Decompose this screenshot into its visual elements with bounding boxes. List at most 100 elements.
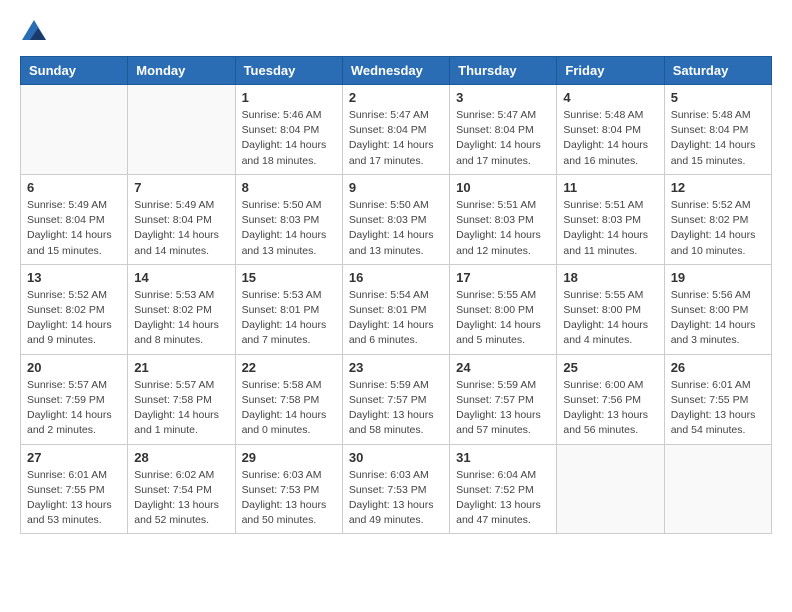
calendar-week-row: 27Sunrise: 6:01 AMSunset: 7:55 PMDayligh… [21, 444, 772, 534]
day-info: Sunrise: 5:55 AMSunset: 8:00 PMDaylight:… [563, 288, 657, 349]
calendar-day-cell: 12 Sunrise: 5:52 AMSunset: 8:02 PMDayligh… [664, 174, 771, 264]
day-info: Sunrise: 5:52 AMSunset: 8:02 PMDaylight:… [671, 198, 765, 259]
day-number: 5 [671, 90, 765, 105]
day-number: 3 [456, 90, 550, 105]
day-number: 17 [456, 270, 550, 285]
day-info: Sunrise: 5:46 AMSunset: 8:04 PMDaylight:… [242, 108, 336, 169]
calendar-day-cell: 11 Sunrise: 5:51 AMSunset: 8:03 PMDayligh… [557, 174, 664, 264]
calendar-day-cell: 7Sunrise: 5:49 AMSunset: 8:04 PMDaylight… [128, 174, 235, 264]
day-number: 20 [27, 360, 121, 375]
day-info: Sunrise: 5:56 AMSunset: 8:00 PMDaylight:… [671, 288, 765, 349]
day-number: 1 [242, 90, 336, 105]
calendar-day-cell: 14 Sunrise: 5:53 AMSunset: 8:02 PMDayligh… [128, 264, 235, 354]
calendar-day-cell: 25Sunrise: 6:00 AMSunset: 7:56 PMDayligh… [557, 354, 664, 444]
day-info: Sunrise: 5:59 AMSunset: 7:57 PMDaylight:… [349, 378, 443, 439]
day-header-sunday: Sunday [21, 57, 128, 85]
day-number: 31 [456, 450, 550, 465]
calendar-day-cell: 8 Sunrise: 5:50 AMSunset: 8:03 PMDaylight… [235, 174, 342, 264]
calendar-day-cell: 2Sunrise: 5:47 AMSunset: 8:04 PMDaylight… [342, 85, 449, 175]
day-number: 19 [671, 270, 765, 285]
day-number: 7 [134, 180, 228, 195]
day-number: 12 [671, 180, 765, 195]
calendar-day-cell: 23 Sunrise: 5:59 AMSunset: 7:57 PMDayligh… [342, 354, 449, 444]
calendar-week-row: 1 Sunrise: 5:46 AMSunset: 8:04 PMDaylight… [21, 85, 772, 175]
day-info: Sunrise: 5:51 AMSunset: 8:03 PMDaylight:… [563, 198, 657, 259]
day-number: 23 [349, 360, 443, 375]
day-info: Sunrise: 5:57 AMSunset: 7:59 PMDaylight:… [27, 378, 121, 439]
logo-icon [22, 20, 46, 40]
day-info: Sunrise: 5:47 AMSunset: 8:04 PMDaylight:… [456, 108, 550, 169]
logo [20, 20, 46, 40]
calendar-day-cell: 13 Sunrise: 5:52 AMSunset: 8:02 PMDayligh… [21, 264, 128, 354]
day-info: Sunrise: 5:57 AMSunset: 7:58 PMDaylight:… [134, 378, 228, 439]
day-info: Sunrise: 5:58 AMSunset: 7:58 PMDaylight:… [242, 378, 336, 439]
day-number: 14 [134, 270, 228, 285]
day-info: Sunrise: 6:02 AMSunset: 7:54 PMDaylight:… [134, 468, 228, 529]
day-info: Sunrise: 5:49 AMSunset: 8:04 PMDaylight:… [27, 198, 121, 259]
day-number: 6 [27, 180, 121, 195]
calendar-week-row: 20 Sunrise: 5:57 AMSunset: 7:59 PMDayligh… [21, 354, 772, 444]
calendar-day-cell: 5 Sunrise: 5:48 AMSunset: 8:04 PMDaylight… [664, 85, 771, 175]
calendar-day-cell: 21 Sunrise: 5:57 AMSunset: 7:58 PMDayligh… [128, 354, 235, 444]
calendar-day-cell [128, 85, 235, 175]
page-header [20, 20, 772, 40]
calendar-day-cell: 24Sunrise: 5:59 AMSunset: 7:57 PMDayligh… [450, 354, 557, 444]
day-info: Sunrise: 6:00 AMSunset: 7:56 PMDaylight:… [563, 378, 657, 439]
day-number: 28 [134, 450, 228, 465]
day-header-saturday: Saturday [664, 57, 771, 85]
day-number: 11 [563, 180, 657, 195]
calendar-day-cell: 16Sunrise: 5:54 AMSunset: 8:01 PMDayligh… [342, 264, 449, 354]
day-number: 21 [134, 360, 228, 375]
calendar-day-cell: 9Sunrise: 5:50 AMSunset: 8:03 PMDaylight… [342, 174, 449, 264]
day-info: Sunrise: 5:50 AMSunset: 8:03 PMDaylight:… [349, 198, 443, 259]
calendar-day-cell [21, 85, 128, 175]
day-number: 2 [349, 90, 443, 105]
day-info: Sunrise: 6:03 AMSunset: 7:53 PMDaylight:… [349, 468, 443, 529]
day-number: 13 [27, 270, 121, 285]
calendar-day-cell: 30 Sunrise: 6:03 AMSunset: 7:53 PMDayligh… [342, 444, 449, 534]
day-info: Sunrise: 6:04 AMSunset: 7:52 PMDaylight:… [456, 468, 550, 529]
day-info: Sunrise: 5:51 AMSunset: 8:03 PMDaylight:… [456, 198, 550, 259]
calendar-day-cell: 18 Sunrise: 5:55 AMSunset: 8:00 PMDayligh… [557, 264, 664, 354]
calendar-day-cell: 29 Sunrise: 6:03 AMSunset: 7:53 PMDayligh… [235, 444, 342, 534]
day-number: 16 [349, 270, 443, 285]
day-info: Sunrise: 5:53 AMSunset: 8:01 PMDaylight:… [242, 288, 336, 349]
calendar-day-cell: 1 Sunrise: 5:46 AMSunset: 8:04 PMDaylight… [235, 85, 342, 175]
day-number: 15 [242, 270, 336, 285]
calendar-week-row: 13 Sunrise: 5:52 AMSunset: 8:02 PMDayligh… [21, 264, 772, 354]
calendar-day-cell: 26 Sunrise: 6:01 AMSunset: 7:55 PMDayligh… [664, 354, 771, 444]
day-number: 30 [349, 450, 443, 465]
day-info: Sunrise: 5:48 AMSunset: 8:04 PMDaylight:… [671, 108, 765, 169]
calendar-header-row: SundayMondayTuesdayWednesdayThursdayFrid… [21, 57, 772, 85]
day-info: Sunrise: 6:01 AMSunset: 7:55 PMDaylight:… [27, 468, 121, 529]
day-number: 10 [456, 180, 550, 195]
day-header-monday: Monday [128, 57, 235, 85]
calendar-day-cell: 3 Sunrise: 5:47 AMSunset: 8:04 PMDaylight… [450, 85, 557, 175]
calendar-day-cell: 27Sunrise: 6:01 AMSunset: 7:55 PMDayligh… [21, 444, 128, 534]
day-number: 29 [242, 450, 336, 465]
day-number: 8 [242, 180, 336, 195]
calendar-day-cell: 19 Sunrise: 5:56 AMSunset: 8:00 PMDayligh… [664, 264, 771, 354]
day-info: Sunrise: 5:53 AMSunset: 8:02 PMDaylight:… [134, 288, 228, 349]
calendar-day-cell: 31 Sunrise: 6:04 AMSunset: 7:52 PMDayligh… [450, 444, 557, 534]
calendar-day-cell: 6 Sunrise: 5:49 AMSunset: 8:04 PMDaylight… [21, 174, 128, 264]
day-info: Sunrise: 5:50 AMSunset: 8:03 PMDaylight:… [242, 198, 336, 259]
calendar-day-cell [664, 444, 771, 534]
day-number: 18 [563, 270, 657, 285]
calendar-week-row: 6 Sunrise: 5:49 AMSunset: 8:04 PMDaylight… [21, 174, 772, 264]
calendar-day-cell: 15 Sunrise: 5:53 AMSunset: 8:01 PMDayligh… [235, 264, 342, 354]
calendar-day-cell: 17 Sunrise: 5:55 AMSunset: 8:00 PMDayligh… [450, 264, 557, 354]
day-number: 22 [242, 360, 336, 375]
day-info: Sunrise: 6:03 AMSunset: 7:53 PMDaylight:… [242, 468, 336, 529]
day-header-thursday: Thursday [450, 57, 557, 85]
day-header-friday: Friday [557, 57, 664, 85]
day-number: 26 [671, 360, 765, 375]
day-info: Sunrise: 5:52 AMSunset: 8:02 PMDaylight:… [27, 288, 121, 349]
calendar-day-cell: 28 Sunrise: 6:02 AMSunset: 7:54 PMDayligh… [128, 444, 235, 534]
day-info: Sunrise: 5:55 AMSunset: 8:00 PMDaylight:… [456, 288, 550, 349]
day-info: Sunrise: 6:01 AMSunset: 7:55 PMDaylight:… [671, 378, 765, 439]
calendar-day-cell: 4Sunrise: 5:48 AMSunset: 8:04 PMDaylight… [557, 85, 664, 175]
day-header-tuesday: Tuesday [235, 57, 342, 85]
day-header-wednesday: Wednesday [342, 57, 449, 85]
calendar-day-cell [557, 444, 664, 534]
